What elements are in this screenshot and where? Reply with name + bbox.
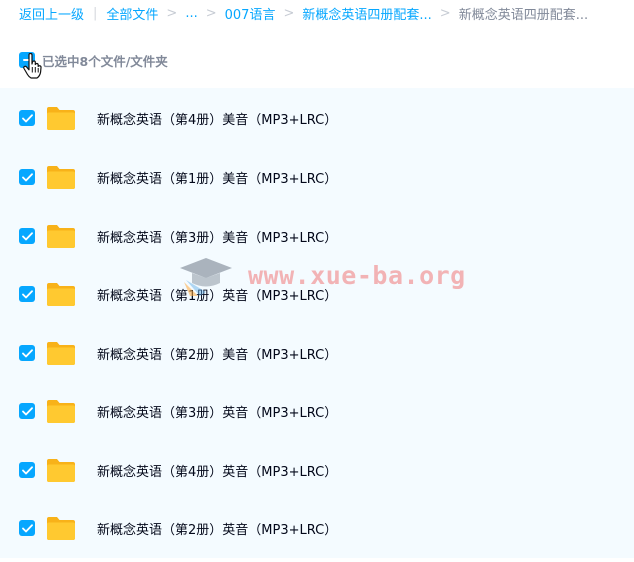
checkmark-icon (21, 172, 33, 181)
checkmark-icon (21, 231, 33, 240)
chevron-right-icon: > (205, 5, 217, 21)
row-checkbox[interactable] (19, 169, 35, 185)
folder-icon (47, 166, 75, 189)
breadcrumb-current: 新概念英语四册配套... (458, 7, 589, 23)
selection-summary: 已选中8个文件/文件夹 (42, 53, 168, 69)
breadcrumb-folder-parent[interactable]: 新概念英语四册配套... (302, 4, 431, 23)
folder-icon (47, 342, 75, 365)
row-checkbox[interactable] (19, 228, 35, 244)
breadcrumb-ellipsis[interactable]: ... (185, 6, 197, 21)
file-name[interactable]: 新概念英语（第1册）英音（MP3+LRC） (97, 285, 337, 304)
checkmark-icon (21, 348, 33, 357)
list-item[interactable]: 新概念英语（第1册）英音（MP3+LRC） (0, 265, 634, 323)
file-name[interactable]: 新概念英语（第3册）美音（MP3+LRC） (97, 227, 337, 246)
list-item[interactable]: 新概念英语（第4册）美音（MP3+LRC） (0, 89, 634, 147)
file-name[interactable]: 新概念英语（第2册）美音（MP3+LRC） (97, 344, 337, 363)
checkmark-icon (21, 406, 33, 415)
back-link[interactable]: 返回上一级 (19, 4, 84, 23)
row-checkbox[interactable] (19, 110, 35, 126)
breadcrumb-all-files[interactable]: 全部文件 (106, 4, 158, 23)
breadcrumb: 返回上一级 | 全部文件 > ... > 007语言 > 新概念英语四册配套..… (0, 0, 634, 26)
file-name[interactable]: 新概念英语（第4册）英音（MP3+LRC） (97, 461, 337, 480)
row-checkbox[interactable] (19, 520, 35, 536)
list-item[interactable]: 新概念英语（第1册）美音（MP3+LRC） (0, 148, 634, 206)
checkmark-icon (21, 523, 33, 532)
row-checkbox[interactable] (19, 462, 35, 478)
row-checkbox[interactable] (19, 345, 35, 361)
selection-bar: 已选中8个文件/文件夹 (0, 44, 634, 76)
chevron-right-icon: > (166, 5, 178, 21)
folder-icon (47, 107, 75, 130)
list-item[interactable]: 新概念英语（第4册）英音（MP3+LRC） (0, 441, 634, 499)
breadcrumb-divider: | (93, 5, 98, 21)
folder-icon (47, 225, 75, 248)
checkmark-icon (21, 465, 33, 474)
file-list: 新概念英语（第4册）美音（MP3+LRC） 新概念英语（第1册）美音（MP3+L… (0, 88, 634, 558)
list-item[interactable]: 新概念英语（第2册）英音（MP3+LRC） (0, 499, 634, 557)
chevron-right-icon: > (439, 5, 451, 21)
file-manager-page: 返回上一级 | 全部文件 > ... > 007语言 > 新概念英语四册配套..… (0, 0, 634, 562)
list-item[interactable]: 新概念英语（第2册）美音（MP3+LRC） (0, 324, 634, 382)
row-checkbox[interactable] (19, 286, 35, 302)
folder-icon (47, 517, 75, 540)
hand-cursor-icon (23, 53, 42, 79)
file-name[interactable]: 新概念英语（第1册）美音（MP3+LRC） (97, 168, 337, 187)
checkmark-icon (21, 113, 33, 122)
checkmark-icon (21, 289, 33, 298)
file-name[interactable]: 新概念英语（第4册）美音（MP3+LRC） (97, 109, 337, 128)
chevron-right-icon: > (283, 5, 295, 21)
folder-icon (47, 400, 75, 423)
file-name[interactable]: 新概念英语（第3册）英音（MP3+LRC） (97, 402, 337, 421)
file-name[interactable]: 新概念英语（第2册）英音（MP3+LRC） (97, 519, 337, 538)
list-item[interactable]: 新概念英语（第3册）美音（MP3+LRC） (0, 207, 634, 265)
breadcrumb-folder-007[interactable]: 007语言 (225, 4, 276, 23)
list-item[interactable]: 新概念英语（第3册）英音（MP3+LRC） (0, 382, 634, 440)
folder-icon (47, 459, 75, 482)
row-checkbox[interactable] (19, 403, 35, 419)
folder-icon (47, 283, 75, 306)
